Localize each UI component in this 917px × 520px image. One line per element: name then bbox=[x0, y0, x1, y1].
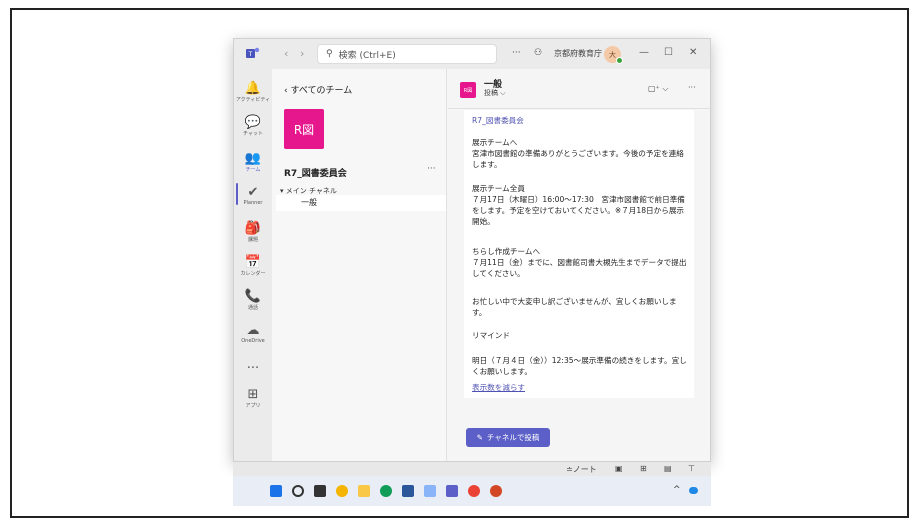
planner-icon: ✔ bbox=[247, 185, 259, 200]
rail-item-more[interactable]: ··· bbox=[234, 361, 272, 376]
teams-logo-icon: T bbox=[246, 47, 260, 58]
search-icon: ⚲ bbox=[326, 49, 333, 59]
rail-item-assignments[interactable]: 🎒 課題 bbox=[234, 221, 272, 243]
search-input[interactable]: ⚲ 検索 (Ctrl+E) bbox=[317, 44, 497, 64]
apps-icon: ⊞ bbox=[247, 387, 259, 402]
presence-available-icon bbox=[616, 57, 623, 64]
chrome-icon[interactable] bbox=[468, 485, 480, 497]
nav-forward-button[interactable]: › bbox=[300, 47, 304, 60]
team-avatar: R図 bbox=[284, 109, 324, 149]
notes-button[interactable]: ≐ノート bbox=[566, 464, 597, 475]
message-paragraph: リマインド bbox=[472, 331, 510, 340]
reading-view-icon[interactable]: ▤ bbox=[664, 464, 672, 473]
cloud-icon: ☁ bbox=[246, 323, 260, 338]
rail-item-planner[interactable]: ✔ Planner bbox=[234, 185, 272, 206]
nav-back-button[interactable]: ‹ bbox=[284, 47, 288, 60]
start-icon[interactable] bbox=[270, 485, 282, 497]
team-name: R7_図書委員会 bbox=[284, 169, 347, 179]
close-button[interactable]: ✕ bbox=[689, 47, 697, 58]
widgets-icon[interactable] bbox=[336, 485, 348, 497]
more-icon: ··· bbox=[246, 361, 260, 376]
svg-text:T: T bbox=[248, 51, 253, 58]
back-to-all-teams[interactable]: ‹ すべてのチーム bbox=[284, 83, 352, 96]
title-bar: T ‹ › ⚲ 検索 (Ctrl+E) ··· ⚇ 京都府教育庁 大 — ☐ ✕ bbox=[234, 39, 710, 69]
rail-item-calendar[interactable]: 📅 カレンダー bbox=[234, 255, 272, 277]
rail-item-onedrive[interactable]: ☁ OneDrive bbox=[234, 323, 272, 344]
teams-window: T ‹ › ⚲ 検索 (Ctrl+E) ··· ⚇ 京都府教育庁 大 — ☐ ✕… bbox=[233, 38, 711, 462]
channel-item-general[interactable]: 一般 bbox=[276, 195, 446, 211]
message-paragraph: 展示チーム全員 ７月17日（木曜日）16:00～17:30 宮津市図書館で前日準… bbox=[472, 184, 685, 226]
tray-caret-icon[interactable]: ^ bbox=[673, 485, 681, 495]
task-view-icon[interactable] bbox=[314, 485, 326, 497]
message-card: R7_図書委員会 展示チームへ 宮津市図書館の準備ありがとうございます。今後の予… bbox=[464, 110, 694, 398]
message-paragraph: お忙しい中で大変申し訳ございませんが、宜しくお願いします。 bbox=[472, 297, 677, 317]
slideshow-icon[interactable]: ⊤ bbox=[688, 464, 695, 473]
rail-item-activity[interactable]: 🔔 アクティビティ bbox=[234, 81, 272, 103]
message-paragraph: 展示チームへ 宮津市図書館の準備ありがとうございます。今後の予定を連絡します。 bbox=[472, 138, 684, 169]
rail-item-chat[interactable]: 💬 チャット bbox=[234, 115, 272, 137]
normal-view-icon[interactable]: ▣ bbox=[615, 464, 623, 473]
bell-icon: 🔔 bbox=[244, 81, 262, 96]
channel-team-avatar: R図 bbox=[460, 82, 476, 98]
windows-taskbar: ^ bbox=[233, 476, 711, 506]
search-icon[interactable] bbox=[292, 485, 304, 497]
channel-header: R図 一般 投稿 ⌵ ▢⁺ ⌵ ··· bbox=[448, 69, 710, 109]
powerpoint-icon[interactable] bbox=[490, 485, 502, 497]
rail-item-calls[interactable]: 📞 通話 bbox=[234, 289, 272, 311]
calendar-icon: 📅 bbox=[244, 255, 262, 270]
show-less-link[interactable]: 表示数を減らす bbox=[472, 382, 687, 393]
message-paragraph: 明日（７月４日（金））12:35～展示準備の続きをします。宜しくお願いします。 bbox=[472, 356, 687, 376]
teams-icon: 👥 bbox=[244, 151, 262, 166]
team-pane: ‹ すべてのチーム R図 R7_図書委員会 ··· ▾ メイン チャネル 一般 bbox=[272, 69, 447, 461]
team-mention[interactable]: R7_図書委員会 bbox=[472, 115, 687, 126]
settings-more-button[interactable]: ··· bbox=[512, 48, 521, 58]
minimize-button[interactable]: — bbox=[639, 47, 649, 58]
file-explorer-icon[interactable] bbox=[358, 485, 370, 497]
store-icon[interactable] bbox=[402, 485, 414, 497]
app-rail: 🔔 アクティビティ 💬 チャット 👥 チーム ✔ Planner 🎒 課題 📅 … bbox=[234, 69, 272, 461]
edge-icon[interactable] bbox=[380, 485, 392, 497]
rail-item-apps[interactable]: ⊞ アプリ bbox=[234, 387, 272, 409]
channel-more-button[interactable]: ··· bbox=[688, 83, 696, 92]
chat-icon: 💬 bbox=[244, 115, 262, 130]
maximize-button[interactable]: ☐ bbox=[664, 47, 673, 58]
app-icon[interactable] bbox=[424, 485, 436, 497]
post-in-channel-button[interactable]: ✎ チャネルで投稿 bbox=[466, 428, 550, 447]
grid-view-icon[interactable]: ⊞ bbox=[640, 464, 647, 473]
onedrive-tray-icon[interactable] bbox=[689, 487, 698, 494]
tab-posts[interactable]: 投稿 ⌵ bbox=[484, 88, 506, 98]
rail-item-teams[interactable]: 👥 チーム bbox=[234, 151, 272, 173]
team-more-button[interactable]: ··· bbox=[427, 164, 436, 174]
search-placeholder: 検索 (Ctrl+E) bbox=[338, 50, 396, 61]
message-paragraph: ちらし作成チームへ ７月11日（金）までに、図書館司書大槻先生までデータで提出し… bbox=[472, 247, 687, 278]
phone-icon: 📞 bbox=[244, 289, 262, 304]
assignments-icon: 🎒 bbox=[244, 221, 262, 236]
org-name[interactable]: 京都府教育庁 bbox=[554, 48, 602, 59]
compose-icon: ✎ bbox=[476, 433, 483, 442]
teams-taskbar-icon[interactable] bbox=[446, 485, 458, 497]
people-icon[interactable]: ⚇ bbox=[534, 48, 542, 58]
meet-video-button[interactable]: ▢⁺ ⌵ bbox=[648, 84, 668, 94]
